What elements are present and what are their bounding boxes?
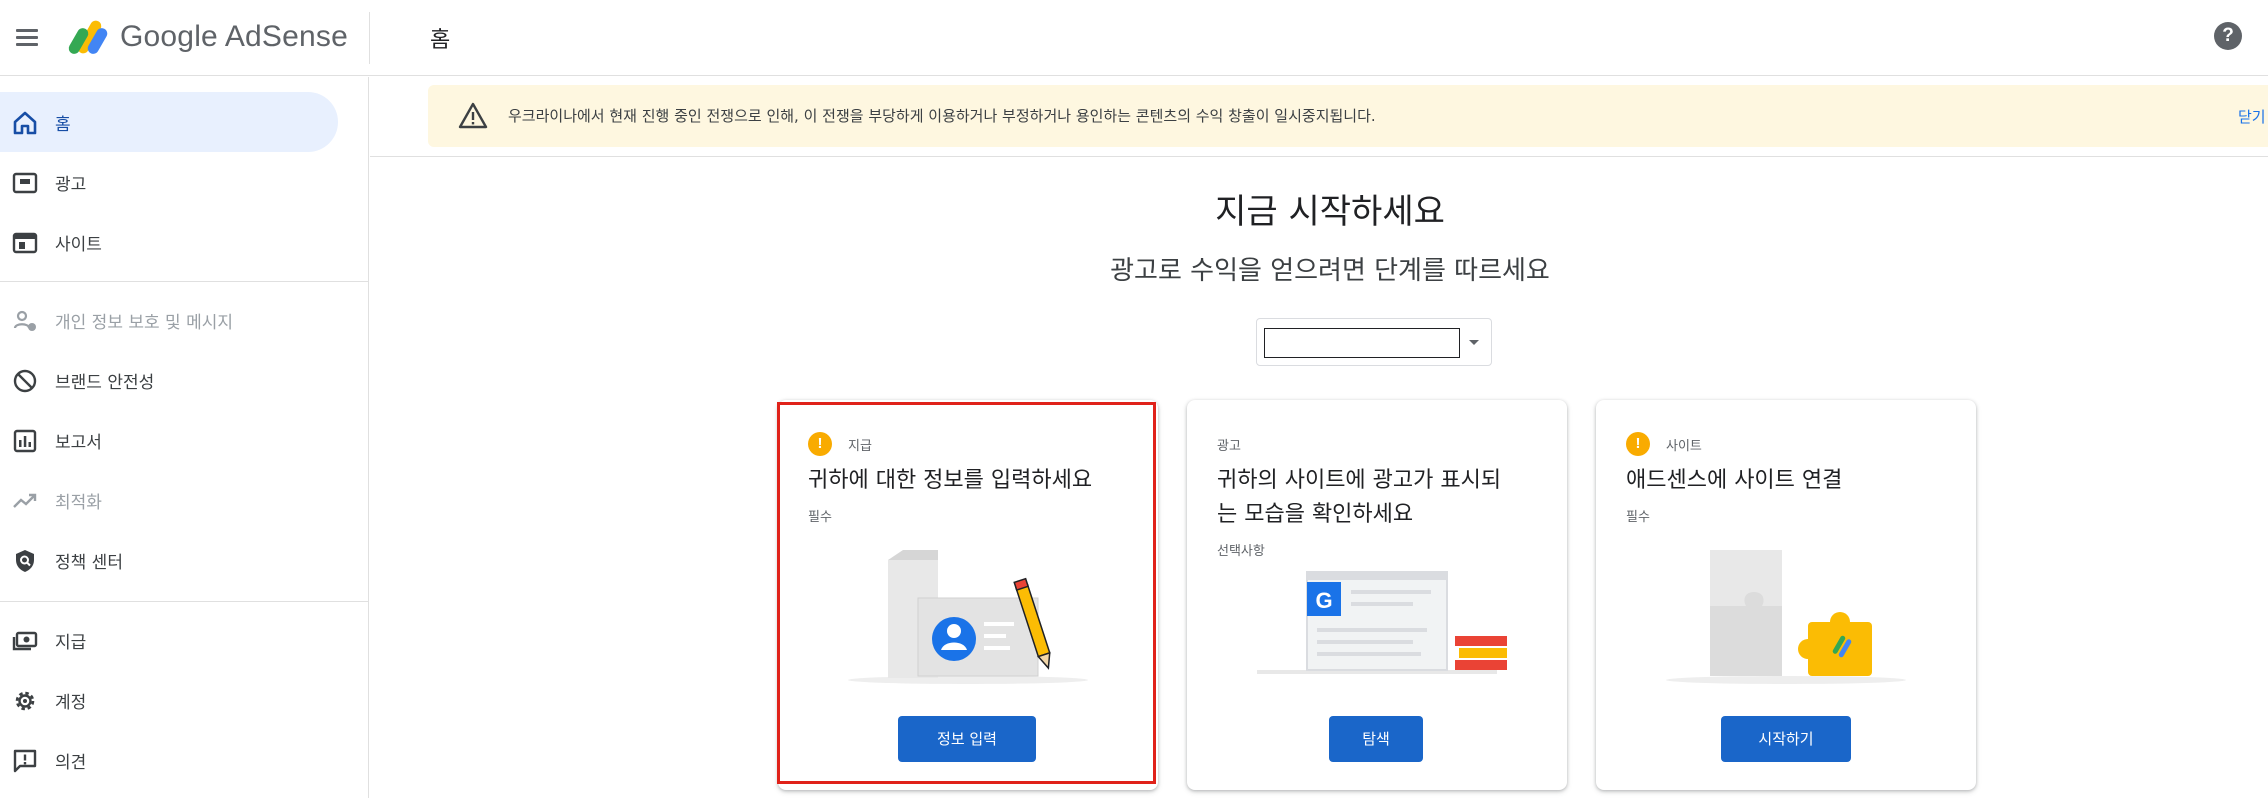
payments-icon	[12, 631, 38, 651]
sidebar-item-sites[interactable]: 사이트	[0, 212, 338, 272]
menu-icon[interactable]	[12, 22, 42, 52]
banner-message: 우크라이나에서 현재 진행 중인 전쟁으로 인해, 이 전쟁을 부당하게 이용하…	[508, 107, 1376, 125]
header-divider	[369, 12, 370, 64]
card-title-line: 는 모습을 확인하세요	[1217, 502, 1414, 527]
alert-icon: !	[1626, 432, 1650, 456]
sidebar-item-label: 개인 정보 보호 및 메시지	[55, 313, 234, 333]
card-title: 애드센스에 사이트 연결	[1626, 468, 1843, 493]
card-requirement: 필수	[1626, 510, 1650, 525]
sidebar-item-label: 의견	[55, 753, 87, 773]
explore-button[interactable]: 탐색	[1329, 716, 1423, 762]
enter-info-button[interactable]: 정보 입력	[898, 716, 1036, 762]
sidebar-item-account[interactable]: 계정	[0, 670, 338, 730]
card-tag: 광고	[1217, 432, 1241, 456]
sidebar-item-ads[interactable]: 광고	[0, 152, 338, 212]
help-icon[interactable]: ?	[2214, 22, 2242, 50]
policy-icon	[16, 550, 34, 572]
ad-preview-illustration-icon: G	[1257, 571, 1507, 674]
sidebar: 홈 광고 사이트 개인 정보 보호 및 메시지 브랜드 안전성 보고서 최적화 …	[0, 77, 369, 798]
sidebar-item-optimization[interactable]: 최적화	[0, 470, 338, 530]
privacy-icon	[13, 310, 36, 331]
warning-icon	[458, 102, 488, 129]
sidebar-item-home[interactable]: 홈	[0, 92, 338, 152]
sites-icon	[12, 232, 38, 254]
adsense-logo-icon	[68, 20, 108, 54]
ads-preview-card: 광고 귀하의 사이트에 광고가 표시되 는 모습을 확인하세요 선택사항 G 탐…	[1187, 400, 1567, 790]
sidebar-item-policy-center[interactable]: 정책 센터	[0, 530, 338, 590]
sidebar-item-brand-safety[interactable]: 브랜드 안전성	[0, 350, 338, 410]
card-tag-label: 지급	[848, 438, 872, 454]
reports-icon	[13, 429, 37, 453]
alert-icon: !	[808, 432, 832, 456]
gear-icon	[15, 691, 35, 711]
sidebar-item-payments[interactable]: 지급	[0, 610, 338, 670]
puzzle-illustration-icon	[1666, 550, 1906, 684]
home-icon	[13, 111, 37, 135]
trending-icon	[13, 493, 37, 508]
hero-subtitle: 광고로 수익을 얻으려면 단계를 따르세요	[1110, 256, 1550, 286]
card-requirement: 필수	[808, 510, 832, 525]
site-select-value[interactable]	[1264, 328, 1460, 358]
product-name: Google AdSense	[120, 20, 348, 53]
svg-text:G: G	[1315, 588, 1332, 613]
sidebar-item-privacy[interactable]: 개인 정보 보호 및 메시지	[0, 290, 338, 350]
ads-icon	[12, 172, 38, 194]
card-tag: ! 사이트	[1626, 432, 1702, 456]
sidebar-divider	[0, 281, 368, 282]
war-notice-banner: 우크라이나에서 현재 진행 중인 전쟁으로 인해, 이 전쟁을 부당하게 이용하…	[428, 85, 2268, 147]
content-divider	[370, 156, 2268, 157]
sidebar-item-label: 사이트	[55, 235, 102, 255]
card-title: 귀하에 대한 정보를 입력하세요	[808, 468, 1093, 493]
sidebar-item-label: 정책 센터	[55, 553, 123, 573]
top-app-bar: Google AdSense 홈 ?	[0, 0, 2268, 76]
sidebar-item-label: 브랜드 안전성	[55, 373, 155, 393]
get-started-button[interactable]: 시작하기	[1721, 716, 1851, 762]
sidebar-item-label: 홈	[55, 115, 71, 135]
sidebar-item-label: 계정	[55, 693, 87, 713]
dropdown-arrow-icon	[1469, 340, 1479, 345]
site-select[interactable]	[1256, 318, 1492, 366]
card-tag-label: 사이트	[1666, 438, 1702, 454]
payments-info-card: ! 지급 귀하에 대한 정보를 입력하세요 필수 정보 입력	[778, 400, 1158, 790]
card-tag: ! 지급	[808, 432, 872, 456]
sidebar-item-label: 보고서	[55, 433, 102, 453]
card-tag-label: 광고	[1217, 438, 1241, 454]
connect-site-card: ! 사이트 애드센스에 사이트 연결 필수 시작하기	[1596, 400, 1976, 790]
sidebar-item-label: 광고	[55, 175, 87, 195]
sidebar-item-label: 최적화	[55, 493, 102, 513]
card-title-line: 귀하의 사이트에 광고가 표시되	[1217, 468, 1502, 493]
hero-title: 지금 시작하세요	[1215, 192, 1445, 232]
id-card-illustration-icon	[848, 550, 1088, 684]
page-title: 홈	[430, 28, 451, 53]
card-title: 귀하의 사이트에 광고가 표시되 는 모습을 확인하세요	[1217, 464, 1547, 532]
sidebar-item-label: 지급	[55, 633, 87, 653]
banner-close-link[interactable]: 닫기	[2238, 106, 2266, 127]
sidebar-item-feedback[interactable]: 의견	[0, 730, 338, 790]
feedback-icon	[13, 749, 37, 773]
sidebar-divider	[0, 601, 368, 602]
sidebar-item-reports[interactable]: 보고서	[0, 410, 338, 470]
block-icon	[13, 369, 37, 393]
